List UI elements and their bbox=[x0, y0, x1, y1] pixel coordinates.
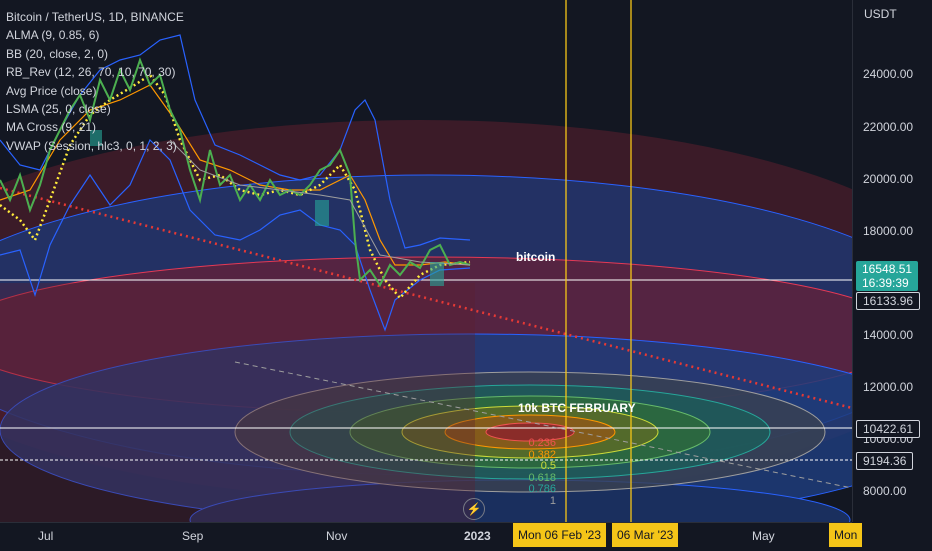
indicator-avg-price[interactable]: Avg Price (close) bbox=[6, 82, 184, 100]
fib-levels: 0.236 0.382 0.5 0.618 0.786 1 bbox=[520, 437, 556, 507]
currency-unit: USDT bbox=[864, 7, 897, 21]
fib-level-0786: 0.786 bbox=[528, 483, 556, 495]
teal-box-3 bbox=[430, 262, 444, 286]
teal-box-2 bbox=[315, 200, 329, 226]
bar-countdown: 16:39:39 bbox=[862, 276, 909, 290]
x-tick-year: 2023 bbox=[464, 529, 491, 543]
indicator-bb[interactable]: BB (20, close, 2, 0) bbox=[6, 45, 184, 63]
lightning-icon[interactable]: ⚡ bbox=[463, 498, 485, 520]
y-tick: 24000.00 bbox=[863, 67, 914, 81]
y-tick: 12000.00 bbox=[863, 380, 914, 394]
x-tick: Jul bbox=[38, 529, 54, 543]
x-tick: Nov bbox=[326, 529, 348, 543]
legend: Bitcoin / TetherUS, 1D, BINANCE ALMA (9,… bbox=[6, 8, 184, 155]
fib-level-0236: 0.236 bbox=[528, 437, 556, 449]
time-axis[interactable] bbox=[0, 522, 852, 551]
y-tick: 18000.00 bbox=[863, 224, 914, 238]
y-tick: 22000.00 bbox=[863, 120, 914, 134]
bitcoin-label[interactable]: bitcoin bbox=[516, 250, 555, 264]
current-price: 16548.51 bbox=[862, 262, 913, 276]
x-tick: Sep bbox=[182, 529, 204, 543]
red-zone bbox=[0, 283, 475, 523]
date-tag-edge: Mon bbox=[829, 523, 863, 547]
x-tick: May bbox=[752, 529, 775, 543]
date-tag-mar: 06 Mar '23 bbox=[612, 523, 679, 547]
level-tag-10422: 10422.61 bbox=[856, 420, 921, 438]
level-tag-9194: 9194.36 bbox=[856, 452, 914, 470]
y-tick: 8000.00 bbox=[863, 484, 907, 498]
symbol-title[interactable]: Bitcoin / TetherUS, 1D, BINANCE bbox=[6, 8, 184, 26]
indicator-rb-rev[interactable]: RB_Rev (12, 26, 70, 10, 70, 30) bbox=[6, 63, 184, 81]
y-tick: 20000.00 bbox=[863, 172, 914, 186]
date-tag-feb: Mon 06 Feb '23 bbox=[513, 523, 607, 547]
level-tag-16133: 16133.96 bbox=[856, 292, 921, 310]
target-label[interactable]: 10k BTC FEBRUARY bbox=[518, 401, 636, 415]
indicator-vwap[interactable]: VWAP (Session, hlc3, 0, 1, 2, 3) bbox=[6, 137, 184, 155]
y-tick: 14000.00 bbox=[863, 328, 914, 342]
current-price-tag: 16548.51 16:39:39 bbox=[856, 261, 919, 291]
indicator-alma[interactable]: ALMA (9, 0.85, 6) bbox=[6, 26, 184, 44]
indicator-ma-cross[interactable]: MA Cross (9, 21) bbox=[6, 118, 184, 136]
fib-level-1: 1 bbox=[549, 494, 556, 507]
fib-level-05: 0.5 bbox=[540, 460, 556, 472]
indicator-lsma[interactable]: LSMA (25, 0, close) bbox=[6, 100, 184, 118]
